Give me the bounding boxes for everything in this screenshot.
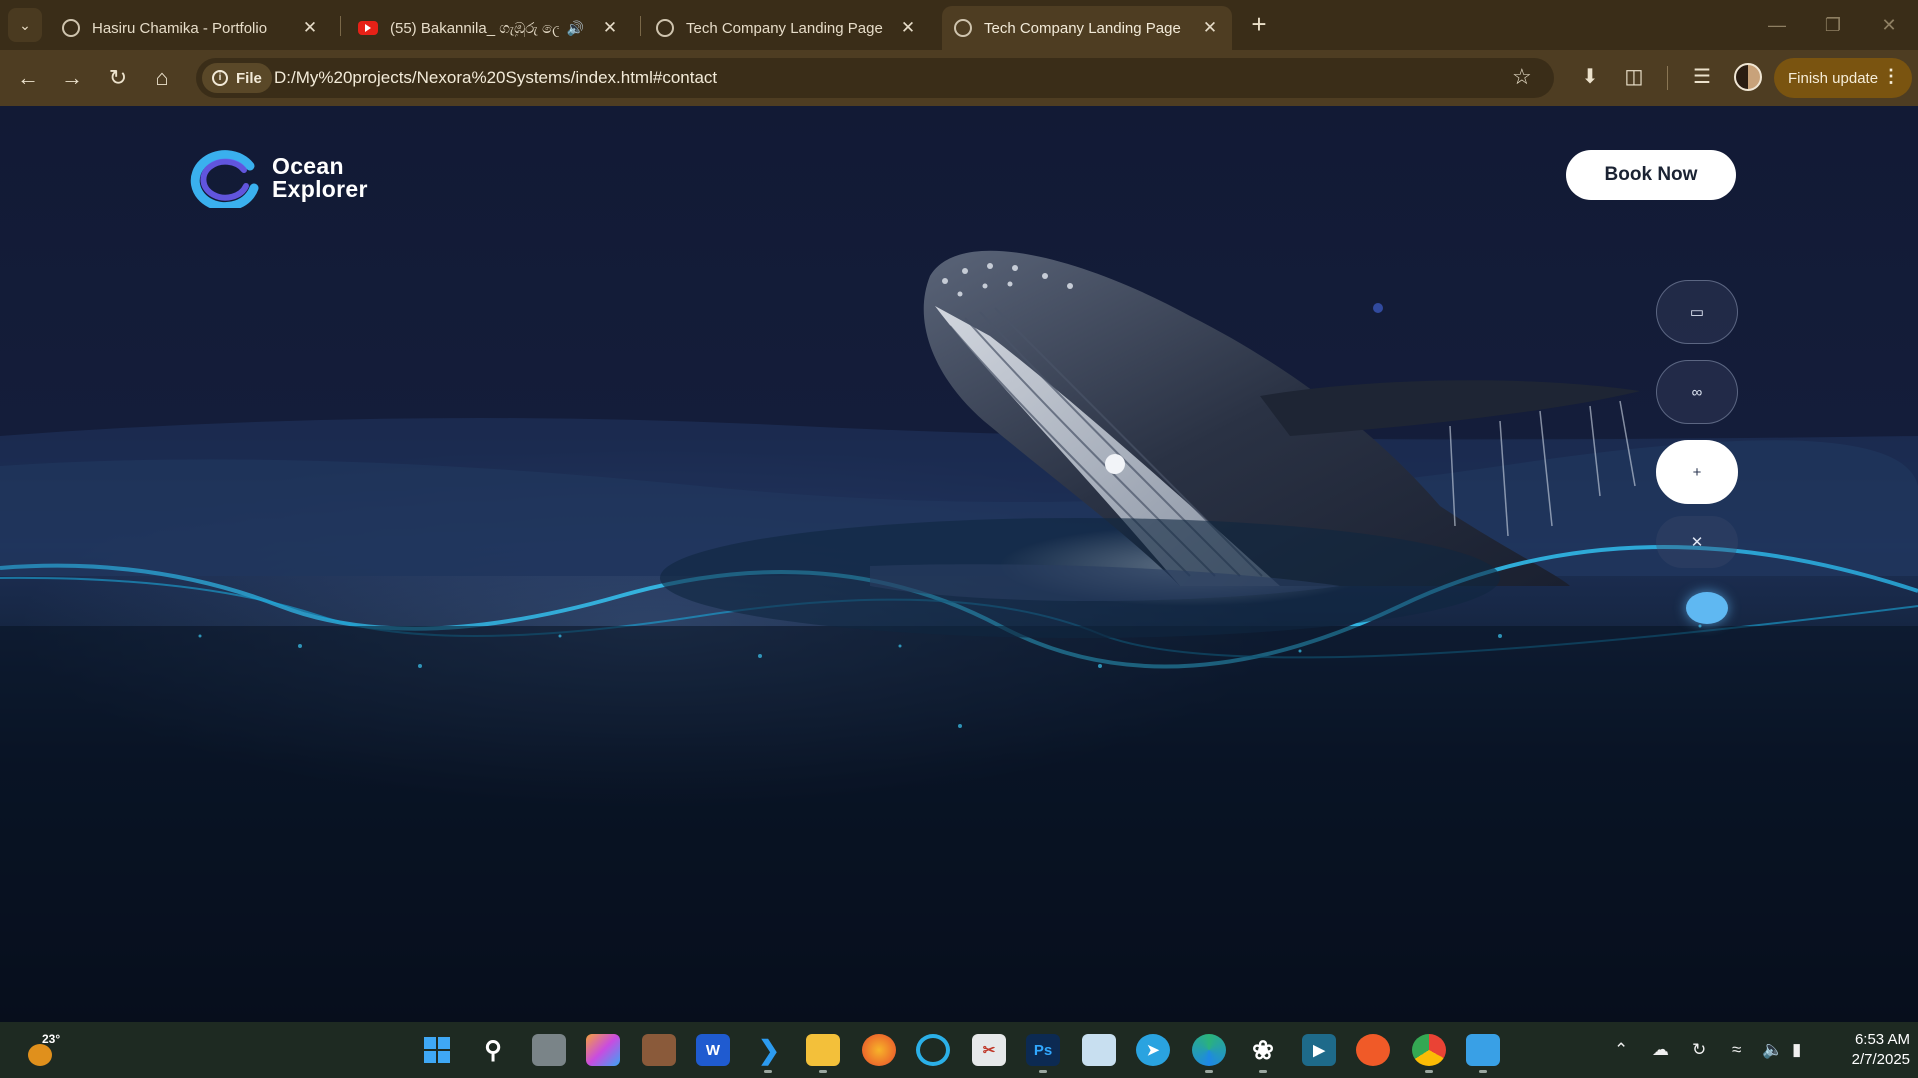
globe-icon	[954, 19, 972, 37]
logo-line-2: Explorer	[272, 176, 368, 202]
battery-icon[interactable]: ▮	[1792, 1040, 1801, 1060]
forward-button[interactable]: →	[56, 62, 88, 94]
back-button[interactable]: ←	[12, 62, 44, 94]
book-now-button[interactable]: Book Now	[1566, 150, 1736, 200]
running-indicator	[1205, 1070, 1213, 1073]
globe-icon	[656, 19, 674, 37]
finish-update-button[interactable]: Finish update ⋮	[1774, 58, 1912, 98]
vscode-icon[interactable]: ❯	[752, 1034, 786, 1066]
tab-search-button[interactable]: ⌄	[8, 8, 42, 42]
onedrive-icon[interactable]: ☁	[1652, 1040, 1669, 1060]
speaker-icon[interactable]: 🔊	[567, 20, 584, 37]
close-tab-icon[interactable]: ✕	[300, 18, 320, 38]
photoshop-icon[interactable]: Ps	[1026, 1034, 1060, 1066]
taskbar	[0, 1022, 1918, 1078]
site-info-chip[interactable]: i File	[202, 63, 272, 93]
running-indicator	[1479, 1070, 1487, 1073]
extensions-icon[interactable]: ◫	[1620, 64, 1648, 89]
tab-label: (55) Bakannila_ ගැඹුරු ලෝකය	[390, 19, 559, 37]
globe-icon	[62, 19, 80, 37]
running-indicator	[1259, 1070, 1267, 1073]
download-icon[interactable]: ⬇	[1576, 64, 1604, 89]
page-viewport: Ocean Explorer Book Now ▭ ∞ + ✕	[0, 106, 1918, 1022]
snipping-tool-icon[interactable]: ✂	[972, 1034, 1006, 1066]
image-viewer-icon[interactable]	[1082, 1034, 1116, 1066]
close-window-button[interactable]: ✕	[1874, 10, 1904, 40]
tab-separator	[640, 16, 641, 36]
close-tab-icon[interactable]: ✕	[1200, 18, 1220, 38]
show-hidden-icons-chevron[interactable]: ⌃	[1614, 1040, 1628, 1060]
running-indicator	[764, 1070, 772, 1073]
logo-line-1: Ocean	[272, 153, 344, 179]
side-nav-button-2[interactable]: ∞	[1656, 360, 1738, 424]
tab-label: Hasiru Chamika - Portfolio	[92, 19, 268, 37]
rectangle-icon: ▭	[1689, 304, 1705, 321]
site-info-label: File	[236, 69, 262, 87]
home-button[interactable]: ⌂	[146, 62, 178, 94]
new-tab-button[interactable]: +	[1244, 10, 1274, 40]
volume-icon[interactable]: 🔈	[1762, 1040, 1783, 1060]
bookmark-star-icon[interactable]: ☆	[1512, 64, 1532, 90]
search-icon[interactable]: ⚲	[476, 1034, 510, 1066]
toolbar-divider	[1667, 66, 1668, 90]
tab-tech-landing-active[interactable]: Tech Company Landing Page ✕	[942, 6, 1232, 50]
file-explorer-icon[interactable]	[806, 1034, 840, 1066]
ocean-explorer-logo[interactable]: Ocean Explorer	[184, 148, 368, 208]
firefox-icon[interactable]	[862, 1034, 896, 1066]
close-tab-icon[interactable]: ✕	[600, 18, 620, 38]
telegram-icon[interactable]: ➤	[1136, 1034, 1170, 1066]
scroll-indicator-dot[interactable]	[1686, 592, 1728, 624]
logo-swirl-icon	[190, 150, 259, 208]
weather-widget[interactable]: 23°	[24, 1032, 64, 1068]
clock-date: 2/7/2025	[1851, 1051, 1910, 1068]
clock-time: 6:53 AM	[1854, 1031, 1910, 1048]
close-icon: ✕	[1690, 534, 1704, 551]
hero-whale-illustration	[0, 250, 1918, 1022]
close-tab-icon[interactable]: ✕	[898, 18, 918, 38]
copilot-icon[interactable]	[586, 1034, 620, 1066]
more-menu-icon[interactable]: ⋮	[1882, 66, 1900, 87]
reload-button[interactable]: ↻	[102, 62, 134, 94]
tab-separator	[340, 16, 341, 36]
info-icon: i	[212, 70, 228, 86]
chrome-icon[interactable]	[1412, 1034, 1446, 1066]
chatgpt-icon[interactable]: ❀	[1246, 1034, 1280, 1066]
media-queue-icon[interactable]: ☰	[1688, 64, 1716, 89]
link-icon: ∞	[1691, 383, 1703, 401]
running-indicator	[819, 1070, 827, 1073]
url-text[interactable]: D:/My%20projects/Nexora%20Systems/index.…	[274, 68, 717, 88]
minimize-button[interactable]: —	[1762, 10, 1792, 40]
tab-portfolio[interactable]: Hasiru Chamika - Portfolio ✕	[50, 6, 332, 50]
finish-update-label: Finish update	[1788, 69, 1879, 87]
restore-button[interactable]: ❐	[1818, 10, 1848, 40]
side-nav-button-3[interactable]: +	[1656, 440, 1738, 504]
tab-label: Tech Company Landing Page	[686, 19, 883, 37]
brave-icon[interactable]	[1356, 1034, 1390, 1066]
media-icon[interactable]: ▶	[1302, 1034, 1336, 1066]
taskbar-clock[interactable]: 6:53 AM 2/7/2025	[1820, 1030, 1910, 1070]
weather-sun-icon	[28, 1044, 52, 1066]
wifi-icon[interactable]: ≈	[1732, 1040, 1741, 1060]
tab-label: Tech Company Landing Page	[984, 19, 1181, 37]
plus-icon: +	[1692, 463, 1702, 481]
running-indicator	[1039, 1070, 1047, 1073]
photos-icon[interactable]	[642, 1034, 676, 1066]
chevron-down-icon: ⌄	[19, 16, 31, 33]
notepad-icon[interactable]	[1466, 1034, 1500, 1066]
side-nav-button-4[interactable]: ✕	[1656, 516, 1738, 568]
word-icon[interactable]: W	[696, 1034, 730, 1066]
weather-temp: 23°	[42, 1032, 61, 1046]
tab-tech-landing[interactable]: Tech Company Landing Page ✕	[644, 6, 930, 50]
running-indicator	[1425, 1070, 1433, 1073]
task-view-icon[interactable]	[532, 1034, 566, 1066]
side-nav-button-1[interactable]: ▭	[1656, 280, 1738, 344]
sync-status-icon[interactable]: ↻	[1692, 1040, 1706, 1060]
windows-start-icon[interactable]	[420, 1034, 454, 1066]
edge-icon[interactable]	[1192, 1034, 1226, 1066]
profile-avatar[interactable]	[1734, 63, 1762, 91]
sync-icon[interactable]	[916, 1034, 950, 1066]
youtube-icon	[358, 21, 378, 35]
tab-youtube[interactable]: (55) Bakannila_ ගැඹුරු ලෝකය 🔊 ✕	[346, 6, 632, 50]
